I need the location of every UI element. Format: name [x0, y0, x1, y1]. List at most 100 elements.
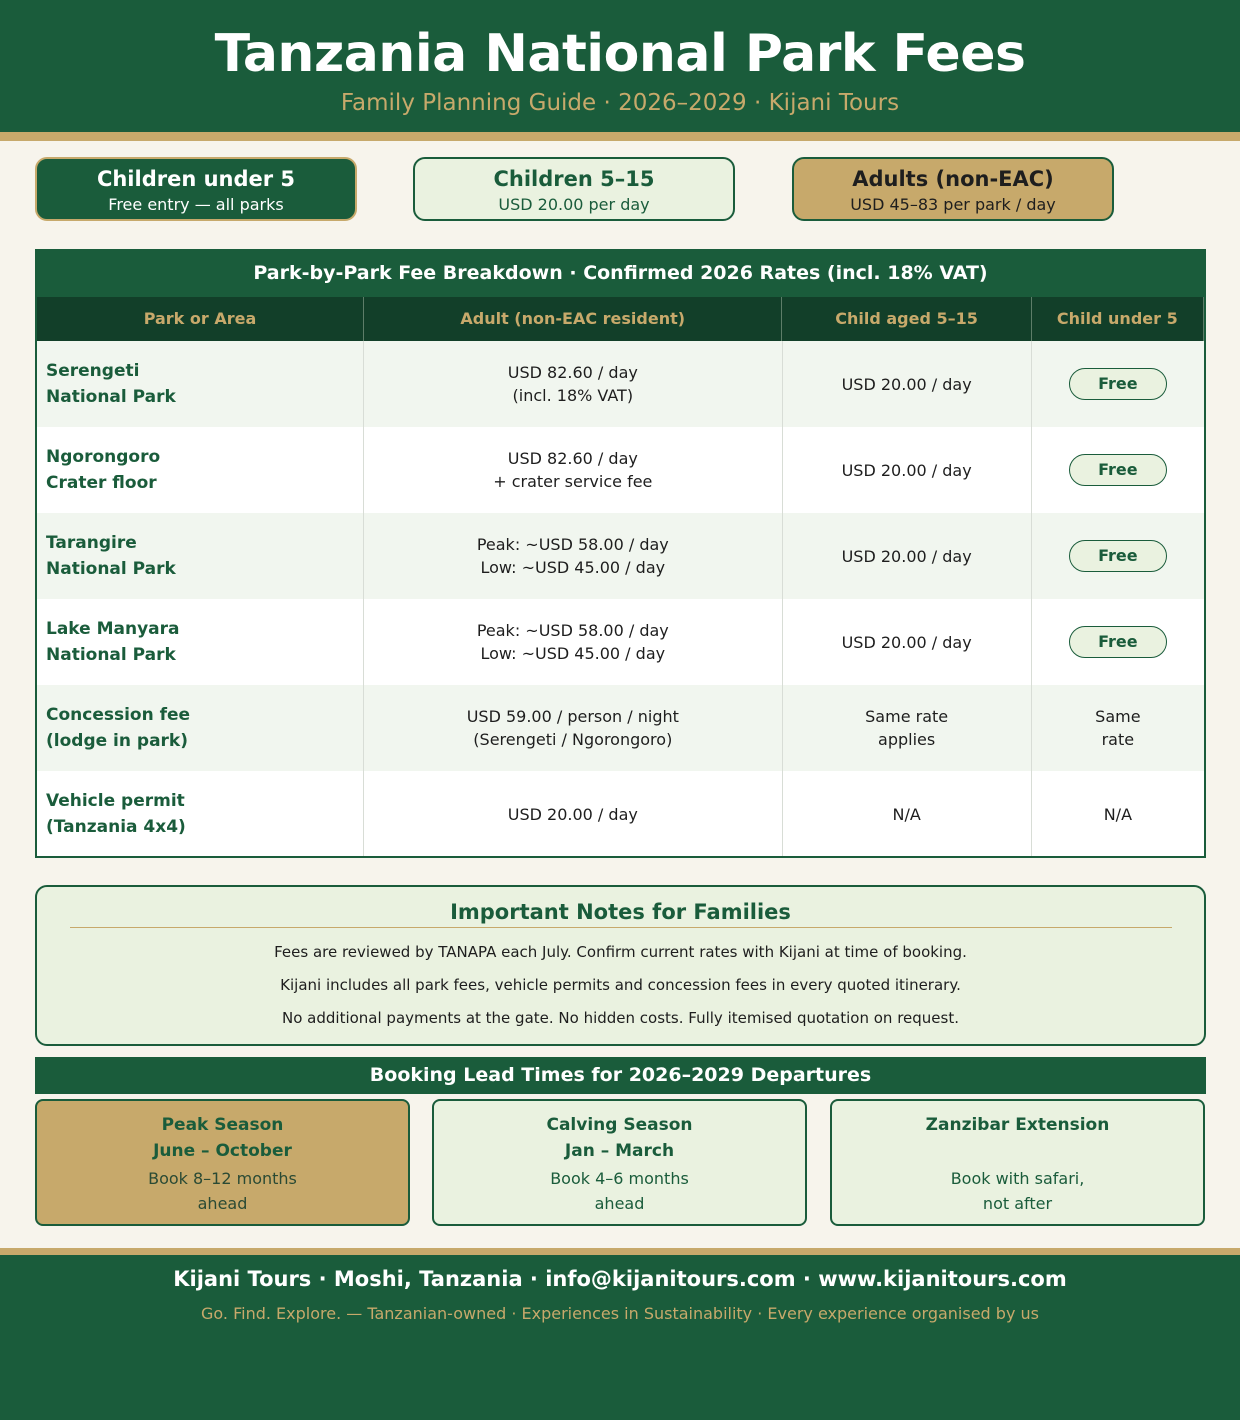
child-fee-line: Same rate: [865, 707, 949, 726]
lead-times-title: Booking Lead Times for 2026–2029 Departu…: [35, 1057, 1206, 1094]
pill-children-5-15: Children 5–15 USD 20.00 per day: [413, 157, 735, 221]
footer-gold-rule: [0, 1248, 1240, 1255]
under5-fee: N/A: [1032, 771, 1204, 856]
park-name-line: National Park: [46, 645, 176, 665]
page-header: Tanzania National Park Fees Family Plann…: [0, 0, 1240, 132]
pill-children-under-5: Children under 5 Free entry — all parks: [35, 157, 357, 221]
park-name-line: National Park: [46, 559, 176, 579]
free-badge: Free: [1068, 368, 1167, 400]
child-fee: USD 20.00 / day: [783, 599, 1032, 685]
adult-fee: USD 20.00 / day: [364, 771, 783, 856]
adult-fee-line: Low: ~USD 45.00 / day: [480, 644, 666, 663]
table-row: Tarangire National Park Peak: ~USD 58.00 …: [37, 513, 1204, 599]
child-fee: N/A: [783, 771, 1032, 856]
lead-card-heading: Zanzibar Extension: [925, 1115, 1110, 1135]
column-header-under5: Child under 5: [1032, 297, 1204, 341]
child-fee-line: USD 20.00 / day: [841, 632, 972, 652]
child-fee-line: USD 20.00 / day: [841, 374, 972, 394]
table-row: Vehicle permit (Tanzania 4x4) USD 20.00 /…: [37, 771, 1204, 856]
adult-fee-line: Peak: ~USD 58.00 / day: [476, 535, 669, 554]
lead-card-body: ahead: [594, 1194, 645, 1213]
adult-fee: USD 59.00 / person / night (Serengeti / N…: [364, 685, 783, 771]
park-name-line: Concession fee: [46, 705, 191, 725]
under5-fee-line: N/A: [1103, 804, 1133, 824]
under5-fee: Free: [1032, 599, 1204, 685]
park-name: Ngorongoro Crater floor: [37, 427, 365, 513]
adult-fee-line: (incl. 18% VAT): [512, 386, 634, 405]
table-row: Ngorongoro Crater floor USD 82.60 / day + …: [37, 427, 1204, 513]
child-fee: Same rate applies: [783, 685, 1032, 771]
park-name-line: Tarangire: [46, 533, 137, 553]
lead-card-body: Book with safari,: [950, 1169, 1085, 1188]
free-badge: Free: [1068, 626, 1167, 658]
child-fee: USD 20.00 / day: [783, 427, 1032, 513]
adult-fee-line: (Serengeti / Ngorongoro): [473, 730, 673, 749]
adult-fee-line: USD 82.60 / day: [507, 363, 638, 382]
under5-fee-line: rate: [1101, 730, 1135, 749]
adult-fee-line: USD 59.00 / person / night: [466, 707, 679, 726]
park-name-line: Lake Manyara: [46, 619, 180, 639]
page-title: Tanzania National Park Fees: [214, 24, 1026, 84]
lead-card-period: June – October: [153, 1141, 292, 1161]
park-name: Tarangire National Park: [37, 513, 365, 599]
park-name-line: Serengeti: [46, 361, 140, 381]
under5-fee: Free: [1032, 513, 1204, 599]
park-name-line: (lodge in park): [46, 731, 189, 751]
page-subtitle: Family Planning Guide · 2026–2029 · Kija…: [340, 90, 900, 116]
adult-fee-line: Low: ~USD 45.00 / day: [480, 558, 666, 577]
pill-subtitle: USD 20.00 per day: [498, 195, 650, 214]
under5-fee: Same rate: [1032, 685, 1204, 771]
child-fee: USD 20.00 / day: [783, 341, 1032, 427]
under5-fee: Free: [1032, 341, 1204, 427]
pill-title: Adults (non-EAC): [852, 167, 1054, 191]
park-name-line: Ngorongoro: [46, 447, 161, 467]
pill-title: Children under 5: [96, 167, 296, 191]
park-name: Concession fee (lodge in park): [37, 685, 365, 771]
pill-title: Children 5–15: [493, 167, 655, 191]
lead-card-body: not after: [982, 1194, 1053, 1213]
free-badge: Free: [1068, 540, 1167, 572]
adult-fee: Peak: ~USD 58.00 / day Low: ~USD 45.00 / …: [364, 513, 783, 599]
child-fee-line: USD 20.00 / day: [841, 460, 972, 480]
lead-card-calving-season: Calving Season Jan – March Book 4–6 mont…: [432, 1099, 807, 1226]
park-name: Serengeti National Park: [37, 341, 365, 427]
lead-card-heading: Calving Season: [546, 1115, 693, 1135]
lead-card-heading: Peak Season: [161, 1115, 284, 1135]
adult-fee-line: USD 20.00 / day: [507, 804, 638, 824]
free-badge: Free: [1068, 454, 1167, 486]
lead-card-period: [832, 1138, 1203, 1164]
table-row: Serengeti National Park USD 82.60 / day (i…: [37, 341, 1204, 427]
note-line: No additional payments at the gate. No h…: [282, 1009, 959, 1027]
footer-tagline: Go. Find. Explore. — Tanzanian-owned · E…: [201, 1304, 1039, 1323]
lead-card-period: Jan – March: [564, 1141, 675, 1161]
table-row: Concession fee (lodge in park) USD 59.00 …: [37, 685, 1204, 771]
note-line: Fees are reviewed by TANAPA each July. C…: [274, 943, 967, 961]
park-name-line: (Tanzania 4x4): [46, 817, 186, 837]
child-fee-line: USD 20.00 / day: [841, 546, 972, 566]
adult-fee-line: USD 82.60 / day: [507, 449, 638, 468]
pill-subtitle: Free entry — all parks: [108, 195, 284, 214]
under5-fee-line: Same: [1095, 707, 1141, 726]
notes-divider: [69, 927, 1172, 928]
adult-fee: USD 82.60 / day + crater service fee: [364, 427, 783, 513]
park-name-line: Vehicle permit: [46, 791, 185, 811]
fee-table: Park-by-Park Fee Breakdown · Confirmed 2…: [35, 249, 1206, 858]
under5-fee: Free: [1032, 427, 1204, 513]
lead-card-body: Book 8–12 months: [148, 1169, 297, 1188]
lead-card-peak-season: Peak Season June – October Book 8–12 mon…: [35, 1099, 410, 1226]
column-header-adult: Adult (non-EAC resident): [364, 297, 783, 341]
page-footer: Kijani Tours · Moshi, Tanzania · info@ki…: [0, 1255, 1240, 1420]
adult-fee: Peak: ~USD 58.00 / day Low: ~USD 45.00 / …: [364, 599, 783, 685]
column-header-child: Child aged 5–15: [782, 297, 1032, 341]
lead-card-body: Book 4–6 months: [550, 1169, 689, 1188]
lead-card-zanzibar: Zanzibar Extension Book with safari, not…: [830, 1099, 1205, 1226]
child-fee-line: N/A: [892, 804, 921, 824]
adult-fee: USD 82.60 / day (incl. 18% VAT): [364, 341, 783, 427]
column-header-park: Park or Area: [37, 297, 364, 341]
child-fee: USD 20.00 / day: [783, 513, 1032, 599]
header-gold-rule: [0, 132, 1240, 141]
park-name-line: Crater floor: [46, 473, 157, 493]
table-header-row: Park or Area Adult (non-EAC resident) Ch…: [37, 297, 1204, 341]
notes-title: Important Notes for Families: [450, 900, 791, 924]
pill-adults: Adults (non-EAC) USD 45–83 per park / da…: [792, 157, 1114, 221]
